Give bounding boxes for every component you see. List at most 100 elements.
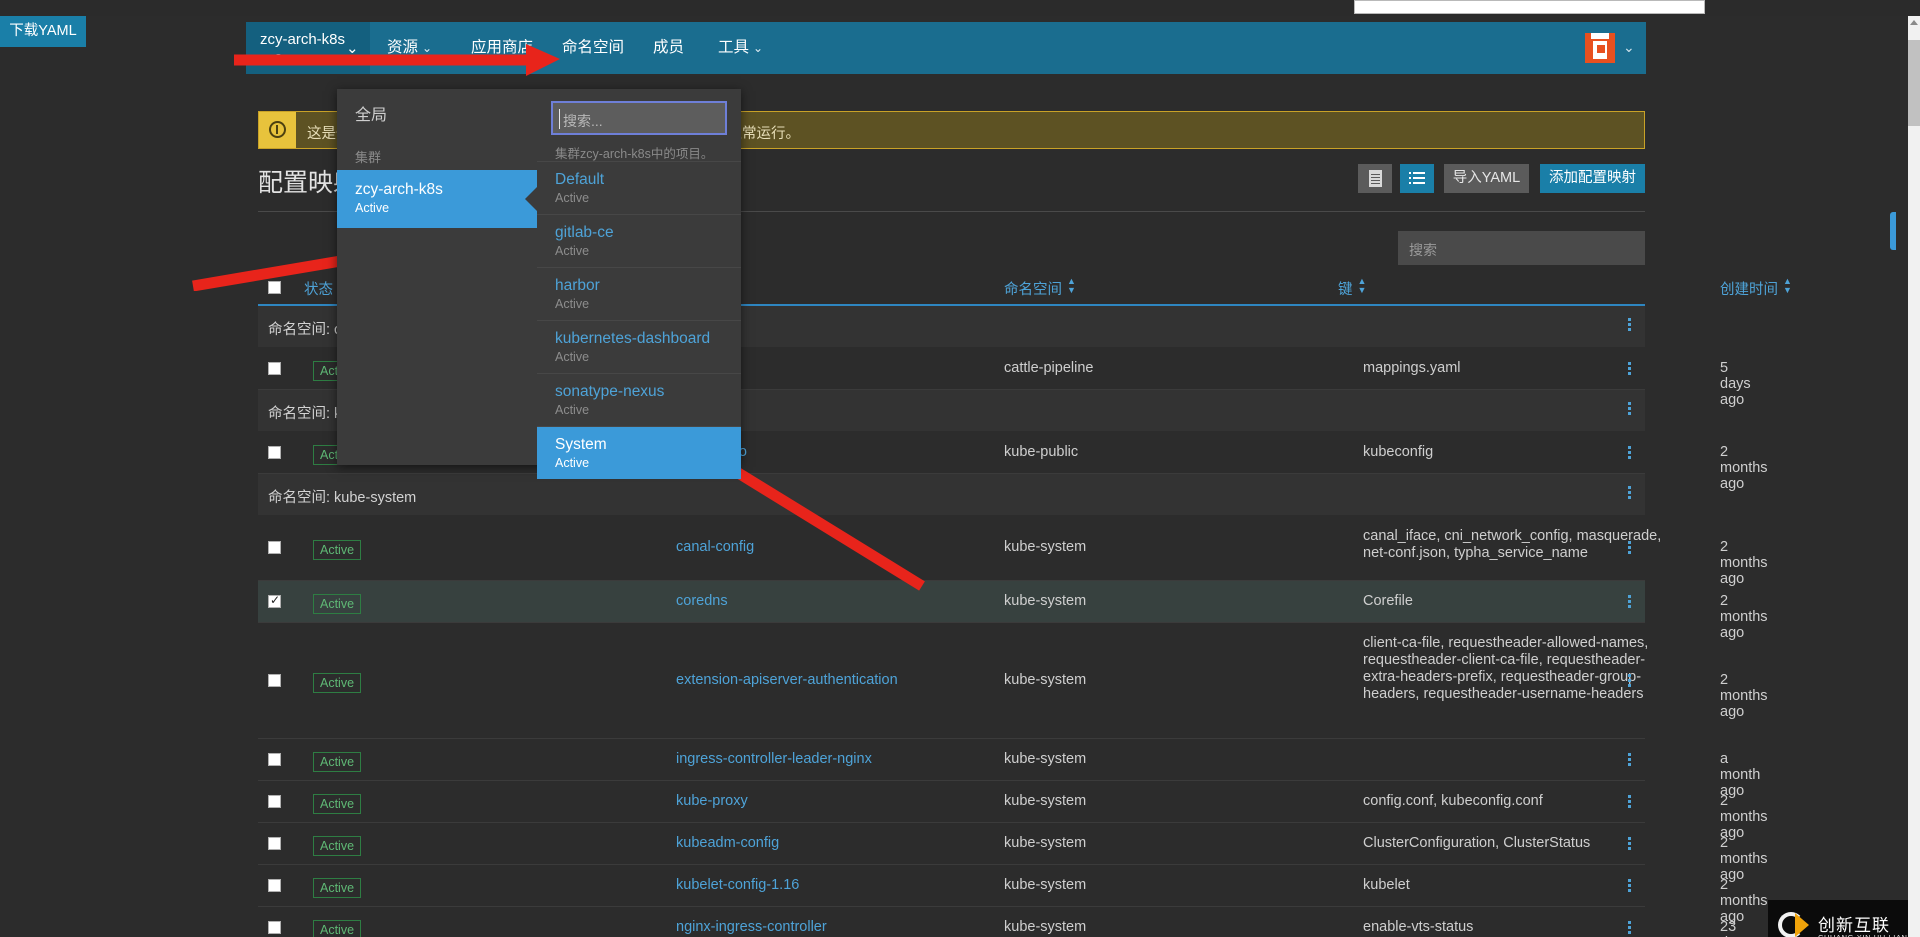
row-actions-kebab-icon[interactable] (1621, 593, 1637, 610)
configmap-name-link[interactable]: canal-config (676, 539, 754, 555)
row-actions-kebab-icon[interactable] (1621, 877, 1637, 894)
status-badge: Active (313, 540, 362, 560)
table-row[interactable]: Active nginx-ingress-controller kube-syste… (258, 907, 1751, 937)
configmap-name-link[interactable]: nginx-ingress-controller (676, 919, 827, 935)
column-header-created[interactable]: 创建时间 ▲ ▼ (1720, 277, 1792, 299)
browser-url-bar[interactable] (1354, 0, 1705, 14)
configmap-created-time: 5 days ago (1720, 360, 1751, 408)
dropdown-cluster-zcy-arch-k8s[interactable]: zcy-arch-k8s Active (337, 170, 538, 228)
column-header-namespace[interactable]: 命名空间 ▲ ▼ (1004, 276, 1076, 299)
page-scrollbar-thumb[interactable] (1908, 40, 1920, 126)
info-icon (259, 112, 296, 148)
group-actions-kebab-icon[interactable] (1621, 316, 1637, 333)
dropdown-clusters-pane: 全局 集群 zcy-arch-k8s Active (337, 89, 538, 465)
dropdown-global-link[interactable]: 全局 (337, 89, 537, 137)
row-actions-kebab-icon[interactable] (1621, 444, 1637, 461)
cluster-project-switcher[interactable]: zcy-arch-k8s System ⌄ (246, 22, 370, 74)
scroll-up-arrow-icon[interactable] (1908, 16, 1920, 28)
status-badge: Active (313, 673, 362, 693)
import-yaml-button[interactable]: 导入YAML (1444, 164, 1529, 193)
nav-item-tools[interactable]: 工具 ⌄ (705, 22, 776, 74)
column-header-keys[interactable]: 键▲ ▼ (1338, 277, 1366, 299)
right-edge-indicator (1890, 212, 1896, 250)
project-state: Active (555, 403, 590, 417)
dropdown-project-harbor[interactable]: harbor Active (537, 267, 741, 320)
table-search-input[interactable]: 搜索 (1398, 231, 1645, 265)
configmap-name-link[interactable]: kubelet-config-1.16 (676, 877, 799, 893)
dropdown-project-list: Default Active gitlab-ce Active harbor Active… (537, 161, 741, 479)
row-select-checkbox[interactable] (268, 541, 281, 554)
configmap-namespace: kube-public (1004, 444, 1079, 460)
row-actions-kebab-icon[interactable] (1621, 360, 1637, 377)
row-actions-kebab-icon[interactable] (1621, 751, 1637, 768)
row-select-checkbox[interactable] (268, 795, 281, 808)
table-row[interactable]: Active kubelet-config-1.16 kube-system kube… (258, 865, 1768, 925)
user-avatar-menu[interactable]: ⌄ (1571, 22, 1646, 74)
configmap-created-time: a month ago (1720, 751, 1761, 799)
row-actions-kebab-icon[interactable] (1621, 793, 1637, 810)
row-select-checkbox[interactable] (268, 921, 281, 934)
table-row[interactable]: Active canal-config kube-system canal_iface… (258, 516, 1768, 587)
current-cluster-name: zcy-arch-k8s (260, 31, 346, 48)
add-configmap-button[interactable]: 添加配置映射 (1540, 164, 1645, 193)
configmap-name-link[interactable]: kube-proxy (676, 793, 748, 809)
column-label: 命名空间 (1004, 282, 1062, 298)
configmap-name-link[interactable]: coredns (676, 593, 728, 609)
configmap-name-link[interactable]: ingress-controller-leader-nginx (676, 751, 872, 767)
download-yaml-button[interactable]: 下载YAML (0, 16, 86, 47)
configmap-namespace: kube-system (1004, 751, 1087, 767)
row-select-checkbox[interactable] (268, 674, 281, 687)
text-caret (559, 109, 560, 129)
row-select-checkbox[interactable] (268, 879, 281, 892)
group-actions-kebab-icon[interactable] (1621, 484, 1637, 501)
cluster-state: Active (355, 201, 390, 215)
nav-item-resources[interactable]: 资源 ⌄ (374, 22, 445, 74)
column-label: 创建时间 (1720, 282, 1778, 298)
row-select-checkbox[interactable] (268, 593, 281, 608)
table-row[interactable]: Active kubeadm-config kube-system ClusterCo… (258, 823, 1768, 883)
group-actions-kebab-icon[interactable] (1621, 400, 1637, 417)
row-select-checkbox[interactable] (268, 837, 281, 850)
view-mode-list-button[interactable] (1400, 164, 1434, 193)
nav-item-app-store[interactable]: 应用商店 (458, 22, 546, 74)
table-row[interactable]: Activecorednskube-systemCorefile2 months… (258, 581, 1768, 641)
nav-item-label: 命名空间 (562, 39, 625, 56)
row-select-checkbox[interactable] (268, 446, 281, 459)
project-name: Default (555, 171, 605, 188)
configmap-created-time: 23 days ago (1720, 919, 1751, 937)
row-select-checkbox[interactable] (268, 753, 281, 766)
configmap-keys: client-ca-file, requestheader-allowed-na… (1363, 635, 1649, 702)
configmap-created-time: 2 months ago (1720, 444, 1768, 492)
row-select-checkbox[interactable] (268, 362, 281, 375)
select-all-checkbox[interactable] (268, 281, 281, 294)
dropdown-search-input[interactable]: 搜索... (551, 101, 727, 135)
project-name: System (555, 436, 607, 453)
dropdown-project-kubernetes-dashboard[interactable]: kubernetes-dashboard Active (537, 320, 741, 373)
nav-item-namespaces[interactable]: 命名空间 (549, 22, 637, 74)
page-scrollbar-track[interactable] (1908, 16, 1920, 937)
dropdown-projects-header: 集群zcy-arch-k8s中的项目。 (555, 147, 714, 161)
configmap-name-link[interactable]: extension-apiserver-authentication (676, 672, 898, 688)
dropdown-project-system[interactable]: System Active (537, 426, 741, 479)
browser-chrome-strip (0, 0, 1920, 16)
sort-icon: ▲▼ (1067, 276, 1076, 295)
dropdown-project-sonatype-nexus[interactable]: sonatype-nexus Active (537, 373, 741, 426)
dropdown-project-gitlab-ce[interactable]: gitlab-ce Active (537, 214, 741, 267)
row-actions-kebab-icon[interactable] (1621, 539, 1637, 556)
nav-item-label: 资源 (387, 39, 419, 56)
table-row[interactable]: Active ingress-controller-leader-nginx kub… (258, 739, 1760, 799)
table-row[interactable]: Active extension-apiserver-authentication… (258, 623, 1768, 739)
configmap-namespace: kube-system (1004, 877, 1087, 893)
configmap-created-time: 2 months ago (1720, 877, 1768, 925)
project-state: Active (555, 244, 590, 258)
status-badge: Active (313, 836, 362, 856)
configmap-name-link[interactable]: kubeadm-config (676, 835, 779, 851)
row-actions-kebab-icon[interactable] (1621, 672, 1637, 689)
nav-item-members[interactable]: 成员 (640, 22, 697, 74)
dropdown-project-default[interactable]: Default Active (537, 161, 741, 214)
table-row[interactable]: Active kube-proxy kube-system config.conf, … (258, 781, 1768, 841)
row-actions-kebab-icon[interactable] (1621, 919, 1637, 936)
view-mode-doc-button[interactable] (1358, 164, 1392, 193)
project-name: harbor (555, 277, 600, 294)
row-actions-kebab-icon[interactable] (1621, 835, 1637, 852)
